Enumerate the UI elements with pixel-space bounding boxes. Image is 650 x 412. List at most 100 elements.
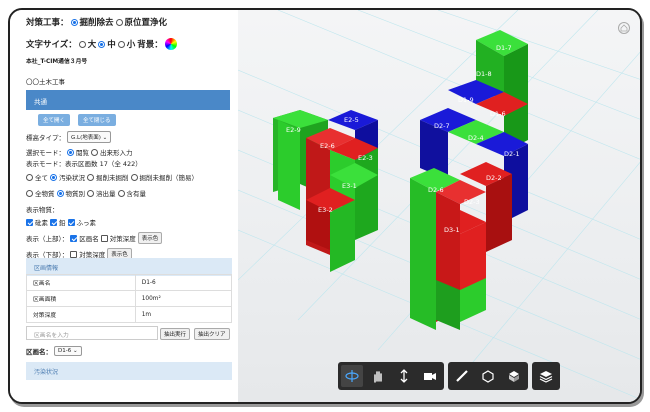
block-label: E3-2 (318, 206, 333, 214)
select-mode-row: 選択モード： 閲覧 出来形入力 (26, 147, 133, 157)
table-cell: 対策深度 (26, 306, 136, 323)
block-label: E3-1 (342, 182, 357, 190)
color-wheel-icon[interactable] (164, 38, 177, 50)
work-row: 対策工事： 掘削除去 原位置浄化 (26, 16, 167, 28)
plot-name-label: 区画名： (26, 348, 52, 356)
plot-search-input[interactable]: 区画名を入力 (26, 326, 158, 340)
filter-label: 掘削未掘削 (96, 174, 129, 182)
elevation-type-label: 標高タイプ： (26, 134, 65, 142)
substance-fluorine-checkbox[interactable] (67, 218, 75, 226)
zoom-icon[interactable] (393, 365, 415, 387)
filter-label: 溶出量 (96, 190, 116, 198)
elevation-row: 標高タイプ： G.L(地表面) ⌄ (26, 131, 112, 143)
select-mode-view[interactable] (67, 148, 74, 156)
extract-clear-button[interactable]: 抽出クリア (194, 328, 230, 340)
subtitle: 本社_T-CIM通信３月号 (26, 59, 88, 65)
section-icon[interactable] (477, 365, 499, 387)
block-label: D2-7 (434, 122, 450, 130)
upper-display-row: 表示（上部）： 区画名 対策深度 表示色 (26, 232, 163, 244)
filter-excavation-simple[interactable] (130, 173, 138, 181)
work-option-insitu[interactable] (115, 18, 123, 26)
project-name: 〇〇土木工事 (26, 78, 65, 86)
text-size-small[interactable] (117, 40, 125, 48)
block-label: D3-1 (444, 226, 460, 234)
filter-all[interactable] (26, 173, 33, 181)
block-label: D2-1 (504, 150, 520, 158)
filter-contamination[interactable] (50, 173, 57, 181)
expand-all-button[interactable]: 全て開く (38, 114, 71, 126)
upper-label: 表示（上部）： (26, 235, 69, 243)
filter-content[interactable] (117, 189, 125, 197)
block-label: E2-3 (358, 154, 373, 162)
contamination-header[interactable]: 汚染状況 (26, 362, 232, 380)
viewer-toolbar (338, 362, 560, 390)
table-row: 対策深度 1m (26, 306, 233, 323)
layers-icon[interactable] (535, 365, 557, 387)
substance-row: 砒素 鉛 ふっ素 (26, 217, 96, 227)
block-face (410, 178, 436, 330)
block-face (486, 174, 512, 252)
text-size-label: 大 (87, 40, 97, 50)
app-window: 対策工事： 掘削除去 原位置浄化 文字サイズ： 大 中 小 背景： 本社_T-C… (8, 8, 642, 404)
measure-icon[interactable] (451, 365, 473, 387)
substance-label: ふっ素 (76, 219, 97, 227)
table-cell: 1m (134, 306, 233, 323)
toolbar-group-navigation (338, 362, 444, 390)
elevation-type-select[interactable]: G.L(地表面) ⌄ (67, 131, 112, 143)
left-block-cluster: E2-9 E2-5 E2-6 E2-3 E3-1 E3-2 (273, 110, 378, 272)
pan-icon[interactable] (367, 365, 389, 387)
filter-label: 掘削未掘削（簡易） (139, 174, 199, 182)
filter-excavation[interactable] (87, 173, 94, 181)
upper-depth-checkbox[interactable] (100, 234, 108, 242)
filter-label: 全て (35, 174, 48, 182)
filter-row-1: 全て 汚染状況 掘削未掘削 掘削未掘削（簡易） (26, 172, 198, 182)
work-label: 対策工事： (26, 18, 69, 28)
table-cell: 区画名 (26, 274, 136, 291)
plot-info-table: 区画名 D1-6 区画面積 100m² 対策深度 1m (26, 274, 233, 323)
text-size-row: 文字サイズ： 大 中 小 背景： (26, 38, 177, 50)
display-substance-label: 表示物質： (26, 206, 59, 214)
block-label: D2-2 (486, 174, 502, 182)
filter-label: 物質別 (65, 190, 86, 198)
explode-icon[interactable] (503, 365, 525, 387)
select-mode-option-label: 出来形入力 (100, 149, 133, 157)
filter-label: 全物質 (35, 190, 55, 198)
select-mode-input[interactable] (91, 148, 98, 156)
block-label: D1-7 (496, 44, 512, 52)
right-block-cluster: D1-7 D1-8 D1-9 D1-6 D2-7 D2-4 D2-1 D2-6 … (410, 30, 528, 330)
background-label: 背景： (137, 40, 163, 50)
upper-display-color-button[interactable]: 表示色 (137, 232, 163, 244)
plot-name-value: D1-6 (58, 348, 72, 354)
work-option-excavation[interactable] (70, 18, 78, 26)
filter-by-substance[interactable] (56, 189, 64, 197)
text-size-medium[interactable] (98, 40, 106, 48)
collapse-all-button[interactable]: 全て閉じる (78, 114, 116, 126)
filter-elution[interactable] (87, 189, 94, 197)
work-option-label: 掘削除去 (79, 18, 114, 28)
orbit-icon[interactable] (341, 365, 363, 387)
substance-arsenic-checkbox[interactable] (26, 218, 33, 226)
text-size-large[interactable] (78, 40, 86, 48)
block-face (330, 200, 355, 272)
substance-label: 鉛 (59, 219, 66, 227)
text-size-label: 小 (126, 40, 136, 50)
extract-button[interactable]: 抽出実行 (160, 328, 191, 340)
scene: E2-9 E2-5 E2-6 E2-3 E3-1 E3-2 D1-7 D1-8 … (238, 10, 640, 400)
text-size-label: 文字サイズ： (26, 40, 77, 50)
block-label: D1-8 (476, 70, 492, 78)
table-row: 区画面積 100m² (26, 290, 233, 307)
table-cell: 区画面積 (26, 290, 136, 307)
display-mode-text: 表示モード：表示区画数 17（全 422） (26, 160, 142, 168)
substance-label: 砒素 (35, 219, 48, 227)
upper-plot-name-checkbox[interactable] (70, 234, 78, 242)
table-cell: 100m² (134, 290, 233, 307)
block-label: D2-3 (464, 198, 480, 206)
common-section-header[interactable]: 共通 (26, 90, 230, 110)
home-icon[interactable] (618, 22, 630, 34)
camera-icon[interactable] (419, 365, 441, 387)
plot-name-select[interactable]: D1-6 ⌄ (54, 346, 82, 356)
lower-depth-checkbox[interactable] (70, 250, 78, 258)
filter-all-substances[interactable] (26, 189, 33, 197)
substance-lead-checkbox[interactable] (50, 218, 57, 226)
3d-viewport[interactable]: E2-9 E2-5 E2-6 E2-3 E3-1 E3-2 D1-7 D1-8 … (238, 10, 640, 402)
